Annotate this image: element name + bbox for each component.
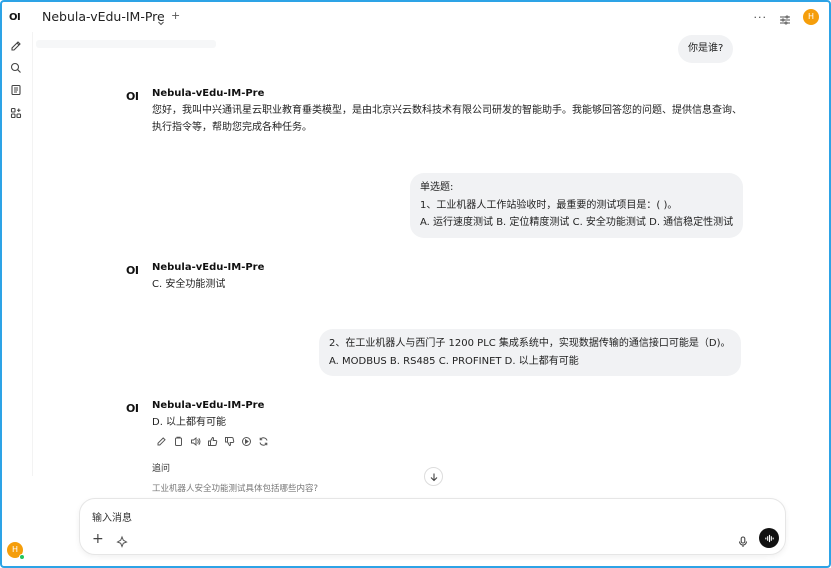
app-logo[interactable]: OI: [9, 12, 21, 23]
workspace-icon[interactable]: [10, 107, 22, 119]
message-input[interactable]: 输入消息: [92, 509, 132, 524]
message-actions: [156, 436, 269, 447]
notes-icon[interactable]: [10, 84, 22, 96]
edit-icon[interactable]: [156, 436, 167, 447]
assistant-name: Nebula-vEdu-IM-Pre: [152, 88, 265, 99]
user-message: 你是谁?: [678, 35, 734, 63]
user-message-line: 单选题:: [420, 182, 454, 193]
assistant-message: OI Nebula-vEdu-IM-Pre 您好，我叫中兴通讯星云职业教育垂类模…: [126, 88, 746, 138]
user-message-line: A. MODBUS B. RS485 C. PROFINET D. 以上都有可能: [329, 355, 579, 367]
add-model-button[interactable]: +: [171, 9, 180, 22]
waveform-icon: [764, 534, 774, 542]
followup-title: 追问: [152, 464, 171, 474]
user-message-text: 你是谁?: [688, 43, 724, 54]
assistant-avatar: OI: [126, 90, 139, 103]
microphone-icon[interactable]: [737, 533, 749, 547]
assistant-name: Nebula-vEdu-IM-Pre: [152, 400, 265, 411]
top-bar: Nebula-vEdu-IM-Pre + ··· H: [30, 4, 827, 30]
thumbs-up-icon[interactable]: [207, 436, 218, 447]
new-chat-icon[interactable]: [10, 40, 22, 52]
controls-icon[interactable]: [779, 11, 791, 25]
tools-icon[interactable]: [116, 533, 128, 548]
thumbs-down-icon[interactable]: [224, 436, 235, 447]
assistant-avatar: OI: [126, 402, 139, 415]
assistant-message: OI Nebula-vEdu-IM-Pre C. 安全功能测试: [126, 262, 746, 296]
scroll-to-bottom-button[interactable]: [424, 467, 443, 486]
app-window: OI H Nebula-vEdu-IM-Pre + ··· H 你是谁? OI …: [0, 0, 831, 568]
search-icon[interactable]: [10, 62, 22, 74]
faint-placeholder: [36, 40, 216, 48]
user-message-line: A. 运行速度测试 B. 定位精度测试 C. 安全功能测试 D. 通信稳定性测试: [420, 217, 734, 228]
read-aloud-icon[interactable]: [190, 436, 201, 447]
assistant-name: Nebula-vEdu-IM-Pre: [152, 262, 265, 273]
user-message-line: 2、在工业机器人与西门子 1200 PLC 集成系统中，实现数据传输的通信接口可…: [329, 338, 731, 349]
sidebar-rail: OI H: [4, 4, 30, 566]
user-message: 单选题: 1、工业机器人工作站验收时，最重要的测试项目是：( )。 A. 运行速…: [410, 173, 744, 238]
add-attachment-button[interactable]: +: [92, 532, 104, 546]
regenerate-icon[interactable]: [258, 436, 269, 447]
user-message-line: 1、工业机器人工作站验收时，最重要的测试项目是：( )。: [420, 199, 678, 211]
model-selector[interactable]: Nebula-vEdu-IM-Pre: [42, 9, 165, 24]
chevron-down-icon[interactable]: [157, 12, 165, 26]
user-avatar-top[interactable]: H: [803, 9, 819, 25]
assistant-message: OI Nebula-vEdu-IM-Pre D. 以上都有可能: [126, 400, 746, 450]
continue-icon[interactable]: [241, 436, 252, 447]
assistant-message-text: C. 安全功能测试: [152, 279, 226, 290]
arrow-down-icon: [430, 473, 437, 481]
copy-icon[interactable]: [173, 436, 184, 447]
online-status-dot: [19, 554, 25, 560]
assistant-message-text: 您好，我叫中兴通讯星云职业教育垂类模型，是由北京兴云数科技术有限公司研发的智能助…: [152, 105, 742, 133]
assistant-avatar: OI: [126, 264, 139, 277]
top-right-controls: ··· H: [754, 8, 819, 26]
more-options-icon[interactable]: ···: [754, 11, 768, 24]
followup-suggestion[interactable]: 工业机器人安全功能测试具体包括哪些内容?: [152, 482, 318, 494]
assistant-message-text: D. 以上都有可能: [152, 417, 227, 428]
voice-mode-button[interactable]: [759, 528, 779, 548]
message-composer[interactable]: 输入消息 +: [79, 498, 786, 555]
user-message: 2、在工业机器人与西门子 1200 PLC 集成系统中，实现数据传输的通信接口可…: [319, 329, 741, 376]
